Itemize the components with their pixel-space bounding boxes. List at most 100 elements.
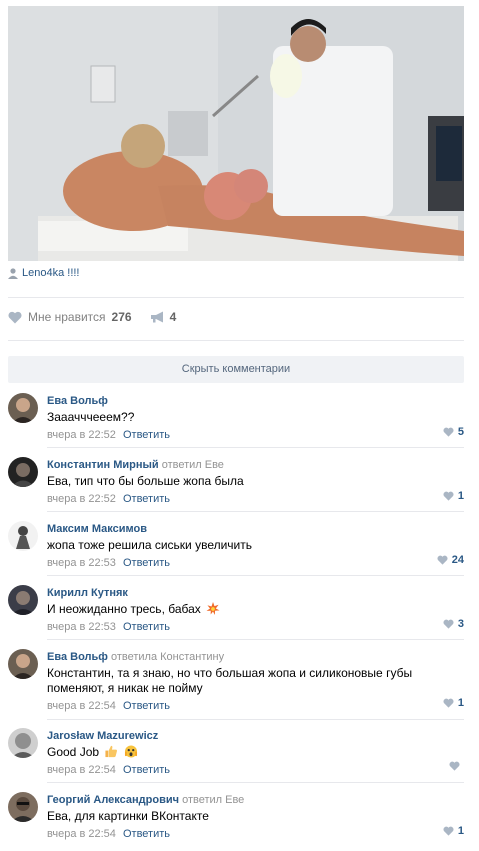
comment-like-count: 3 xyxy=(457,618,464,630)
explosion-emoji-icon xyxy=(206,602,220,615)
comment-text: Good Job xyxy=(47,745,464,760)
comment-item: Ева Вольф ответила Константину Константи… xyxy=(8,649,464,721)
author-name[interactable]: Jarosław Mazurewicz xyxy=(47,730,158,742)
like-button[interactable]: Мне нравится 276 xyxy=(8,310,132,324)
comment-time[interactable]: вчера в 22:54 xyxy=(47,764,116,776)
hide-comments-button[interactable]: Скрыть комментарии xyxy=(8,356,464,383)
comment-like-count: 1 xyxy=(457,825,464,837)
author-name[interactable]: Ева Вольф xyxy=(47,395,108,407)
comment-meta: вчера в 22:54 Ответить xyxy=(47,763,464,777)
comment-body: Ева Вольф ответила Константину Константи… xyxy=(47,650,464,713)
comment-text-content: Good Job xyxy=(47,745,100,759)
comment-body: Максим Максимов жопа тоже решила сиськи … xyxy=(47,522,464,570)
comment-author: Ева Вольф xyxy=(47,394,464,408)
author-name[interactable]: Ева Вольф xyxy=(47,651,108,663)
comment-text: Константин, та я знаю, но что большая жо… xyxy=(47,666,413,695)
comment-body: Ева Вольф Зааачччееем?? вчера в 22:52 От… xyxy=(47,394,464,442)
author-name[interactable]: Максим Максимов xyxy=(47,523,147,535)
comment-text: жопа тоже решила сиськи увеличить xyxy=(47,538,252,552)
reply-button[interactable]: Ответить xyxy=(123,621,170,633)
comment-item: Кирилл Кутняк И неожиданно тресь, бабах … xyxy=(8,585,464,641)
comment-like-button[interactable]: 24 xyxy=(437,554,464,566)
comment-author: Ева Вольф ответила Константину xyxy=(47,650,464,664)
comment-text: Ева, тип что бы больше жопа была xyxy=(47,474,244,488)
comment-time[interactable]: вчера в 22:54 xyxy=(47,700,116,712)
reply-button[interactable]: Ответить xyxy=(123,429,170,441)
heart-icon xyxy=(449,761,460,771)
comment-text: Зааачччееем?? xyxy=(47,410,135,424)
post-actions: Мне нравится 276 4 xyxy=(8,310,176,324)
avatar[interactable] xyxy=(8,585,38,615)
comment-author: Максим Максимов xyxy=(47,522,464,536)
comment-text: И неожиданно тресь, бабах xyxy=(47,602,464,617)
comment-item: Максим Максимов жопа тоже решила сиськи … xyxy=(8,521,464,577)
comment-time[interactable]: вчера в 22:53 xyxy=(47,557,116,569)
comment-like-button[interactable]: 3 xyxy=(443,618,464,630)
comment-author: Георгий Александрович ответил Еве xyxy=(47,793,464,807)
comment-like-button[interactable]: 1 xyxy=(443,825,464,837)
comment-time[interactable]: вчера в 22:53 xyxy=(47,621,116,633)
like-count: 276 xyxy=(111,310,132,324)
author-name[interactable]: Георгий Александрович xyxy=(47,794,179,806)
reply-button[interactable]: Ответить xyxy=(123,764,170,776)
heart-icon xyxy=(8,311,22,323)
avatar[interactable] xyxy=(8,792,38,822)
comment-item: Георгий Александрович ответил Еве Ева, д… xyxy=(8,792,464,848)
caption-text[interactable]: Leno4ka !!!! xyxy=(22,267,80,279)
avatar[interactable] xyxy=(8,457,38,487)
user-icon xyxy=(8,267,18,279)
comment-time[interactable]: вчера в 22:52 xyxy=(47,429,116,441)
comment-text-content: И неожиданно тресь, бабах xyxy=(47,602,201,616)
thumbs-up-emoji-icon xyxy=(105,745,118,758)
reply-to-label[interactable]: ответил Еве xyxy=(162,459,224,471)
comment-meta: вчера в 22:53 Ответить xyxy=(47,556,464,570)
divider xyxy=(8,297,464,298)
comment-body: Jarosław Mazurewicz Good Job вчера в 22:… xyxy=(47,729,464,777)
comment-body: Кирилл Кутняк И неожиданно тресь, бабах … xyxy=(47,586,464,634)
screaming-face-emoji-icon xyxy=(124,745,137,758)
comment-author: Jarosław Mazurewicz xyxy=(47,729,464,743)
comment-author: Константин Мирный ответил Еве xyxy=(47,458,464,472)
reply-to-label[interactable]: ответил Еве xyxy=(182,794,244,806)
divider xyxy=(8,340,464,341)
comment-time[interactable]: вчера в 22:52 xyxy=(47,493,116,505)
reply-button[interactable]: Ответить xyxy=(123,493,170,505)
avatar[interactable] xyxy=(8,393,38,423)
avatar[interactable] xyxy=(8,649,38,679)
divider xyxy=(47,719,464,720)
reply-button[interactable]: Ответить xyxy=(123,557,170,569)
comment-author: Кирилл Кутняк xyxy=(47,586,464,600)
share-button[interactable]: 4 xyxy=(150,310,176,324)
comment-like-count: 5 xyxy=(457,426,464,438)
comment-body: Константин Мирный ответил Еве Ева, тип ч… xyxy=(47,458,464,506)
comment-time[interactable]: вчера в 22:54 xyxy=(47,828,116,840)
reply-button[interactable]: Ответить xyxy=(123,700,170,712)
post-caption: Leno4ka !!!! xyxy=(8,267,80,279)
reply-button[interactable]: Ответить xyxy=(123,828,170,840)
comment-meta: вчера в 22:52 Ответить xyxy=(47,492,464,506)
divider xyxy=(47,782,464,783)
post-photo[interactable] xyxy=(8,6,464,261)
divider xyxy=(47,511,464,512)
avatar[interactable] xyxy=(8,521,38,551)
comment-item: Константин Мирный ответил Еве Ева, тип ч… xyxy=(8,457,464,513)
author-name[interactable]: Константин Мирный xyxy=(47,459,159,471)
like-label: Мне нравится xyxy=(28,310,106,324)
comment-like-button[interactable]: 1 xyxy=(443,490,464,502)
comment-item: Ева Вольф Зааачччееем?? вчера в 22:52 От… xyxy=(8,393,464,449)
comment-like-count: 1 xyxy=(457,697,464,709)
comment-like-button[interactable] xyxy=(449,761,464,771)
heart-icon xyxy=(443,427,454,437)
author-name[interactable]: Кирилл Кутняк xyxy=(47,587,128,599)
comment-like-button[interactable]: 1 xyxy=(443,697,464,709)
comment-like-button[interactable]: 5 xyxy=(443,426,464,438)
avatar[interactable] xyxy=(8,728,38,758)
comment-meta: вчера в 22:52 Ответить xyxy=(47,428,464,442)
heart-icon xyxy=(443,619,454,629)
reply-to-label[interactable]: ответила Константину xyxy=(111,651,224,663)
divider xyxy=(47,447,464,448)
divider xyxy=(47,639,464,640)
divider xyxy=(47,575,464,576)
comment-meta: вчера в 22:54 Ответить xyxy=(47,827,464,841)
comment-text: Ева, для картинки ВКонтакте xyxy=(47,809,209,823)
